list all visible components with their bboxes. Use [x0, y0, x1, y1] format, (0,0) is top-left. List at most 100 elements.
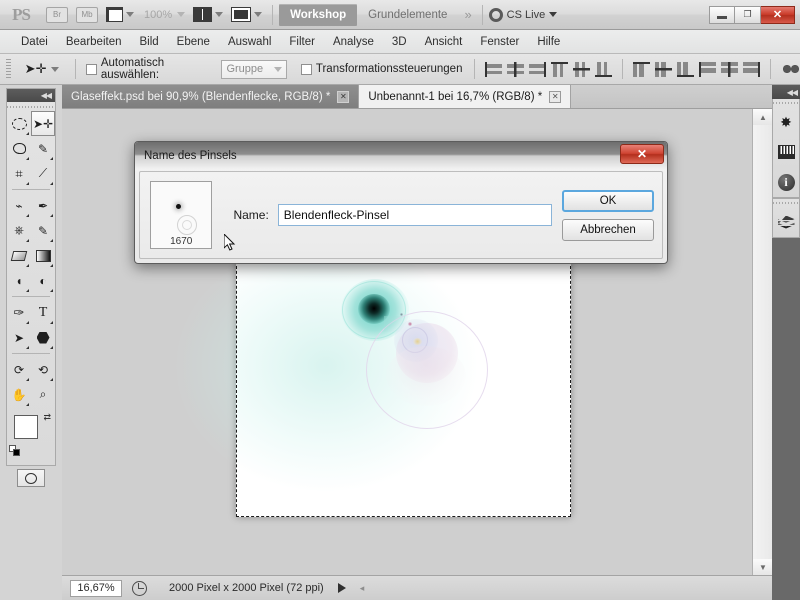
- launch-bridge-button[interactable]: Br: [45, 5, 69, 25]
- layers-panel-button[interactable]: [773, 207, 799, 237]
- dialog-title-bar[interactable]: Name des Pinsels ✕: [135, 142, 667, 169]
- align-vertical-centers-icon[interactable]: [573, 61, 591, 77]
- menu-bearbeiten[interactable]: Bearbeiten: [57, 32, 131, 52]
- menu-ansicht[interactable]: Ansicht: [416, 32, 472, 52]
- workspace-tab-workshop[interactable]: Workshop: [279, 3, 358, 26]
- brush-name-input[interactable]: [277, 204, 552, 226]
- zoom-level-field[interactable]: 16,67%: [70, 579, 122, 597]
- crop-tool[interactable]: ⌗: [7, 161, 31, 186]
- auto-select-checkbox[interactable]: [86, 63, 97, 75]
- options-bar-grip[interactable]: [6, 59, 11, 79]
- scroll-up-arrow-icon[interactable]: ▲: [753, 109, 773, 125]
- distribute-horizontal-centers-icon[interactable]: [721, 61, 739, 77]
- workspace-tab-grundelemente[interactable]: Grundelemente: [357, 4, 458, 26]
- blur-tool-icon: ◖: [15, 273, 23, 288]
- scroll-down-arrow-icon[interactable]: ▼: [753, 559, 773, 575]
- minimize-button[interactable]: [709, 5, 735, 24]
- restore-button[interactable]: ❐: [735, 5, 761, 24]
- menu-filter[interactable]: Filter: [280, 32, 324, 52]
- swap-colors-icon[interactable]: ⇄: [43, 412, 51, 423]
- auto-select-scope-dropdown[interactable]: Gruppe: [221, 59, 288, 79]
- close-icon[interactable]: ✕: [549, 90, 562, 103]
- healing-brush-tool[interactable]: ⌁: [7, 193, 31, 218]
- eraser-tool[interactable]: [7, 243, 31, 268]
- more-workspaces-icon[interactable]: »: [458, 7, 475, 22]
- zoom-level-button[interactable]: 100%: [141, 5, 186, 25]
- distribute-vertical-centers-icon[interactable]: [655, 61, 673, 77]
- auto-select-label: Automatisch auswählen:: [100, 57, 165, 81]
- menu-datei[interactable]: Datei: [12, 32, 57, 52]
- status-bar-scroll-left-icon[interactable]: ◂: [360, 583, 365, 594]
- marquee-tool[interactable]: [7, 111, 31, 136]
- navigator-panel-button[interactable]: ✸: [773, 107, 799, 137]
- lasso-tool-icon: [12, 143, 26, 154]
- lasso-tool[interactable]: [7, 136, 31, 161]
- pen-tool[interactable]: ✑: [7, 300, 31, 325]
- align-left-edges-icon[interactable]: [485, 61, 503, 77]
- quick-selection-tool[interactable]: ✎: [31, 136, 55, 161]
- quick-mask-button[interactable]: [17, 469, 45, 487]
- clone-stamp-tool[interactable]: ⎈: [7, 218, 31, 243]
- panel-dock-header[interactable]: ◀◀: [772, 85, 800, 99]
- brush-tool[interactable]: ✒: [31, 193, 55, 218]
- close-icon[interactable]: ✕: [337, 90, 350, 103]
- align-horizontal-centers-icon[interactable]: [507, 61, 525, 77]
- menu-3d[interactable]: 3D: [383, 32, 416, 52]
- cs-live-button[interactable]: CS Live: [488, 7, 558, 22]
- menu-auswahl[interactable]: Auswahl: [219, 32, 280, 52]
- tools-panel-grip[interactable]: [7, 102, 55, 111]
- screen-mode-button[interactable]: [230, 5, 263, 25]
- menu-bild[interactable]: Bild: [130, 32, 167, 52]
- three-d-object-rotate-tool[interactable]: ⟳: [7, 357, 31, 382]
- view-extras-button[interactable]: [105, 5, 135, 25]
- tools-panel-header[interactable]: ◀◀: [7, 89, 55, 102]
- arrange-documents-button[interactable]: [192, 5, 224, 25]
- menu-ebene[interactable]: Ebene: [168, 32, 219, 52]
- tool-preset-picker[interactable]: ➤✛: [19, 61, 66, 77]
- info-panel-button[interactable]: i: [773, 167, 799, 197]
- distribute-left-edges-icon[interactable]: [699, 61, 717, 77]
- distribute-top-edges-icon[interactable]: [633, 61, 651, 77]
- close-button[interactable]: ✕: [761, 5, 795, 24]
- collapse-right-icon[interactable]: ◀◀: [787, 88, 798, 97]
- align-top-edges-icon[interactable]: [551, 61, 569, 77]
- document-canvas[interactable]: [176, 241, 571, 517]
- history-brush-tool[interactable]: ✎: [31, 218, 55, 243]
- menu-hilfe[interactable]: Hilfe: [528, 32, 569, 52]
- document-tab-unbenannt-1[interactable]: Unbenannt-1 bei 16,7% (RGB/8) * ✕: [359, 85, 572, 108]
- align-bottom-edges-icon[interactable]: [595, 61, 613, 77]
- type-tool[interactable]: T: [31, 300, 55, 325]
- foreground-color-swatch[interactable]: [14, 415, 38, 439]
- distribute-bottom-edges-icon[interactable]: [677, 61, 695, 77]
- move-tool[interactable]: ➤✛: [31, 111, 55, 136]
- ok-button[interactable]: OK: [562, 189, 654, 212]
- menu-fenster[interactable]: Fenster: [471, 32, 528, 52]
- default-colors-icon[interactable]: [9, 445, 20, 456]
- preview-clock-icon[interactable]: [132, 580, 147, 596]
- dialog-close-button[interactable]: ✕: [620, 144, 664, 164]
- cancel-button[interactable]: Abbrechen: [562, 218, 654, 241]
- gradient-tool[interactable]: [31, 243, 55, 268]
- three-d-camera-rotate-tool[interactable]: ⟲: [31, 357, 55, 382]
- canvas-vertical-scrollbar[interactable]: ▲ ▼: [752, 109, 773, 575]
- launch-mini-bridge-button[interactable]: Mb: [75, 5, 99, 25]
- auto-align-layers-icon[interactable]: [781, 61, 800, 77]
- transform-controls-checkbox[interactable]: [301, 63, 312, 75]
- distribute-right-edges-icon[interactable]: [743, 61, 761, 77]
- hand-tool[interactable]: ✋: [7, 382, 31, 407]
- dodge-tool[interactable]: ◐: [31, 268, 55, 293]
- path-selection-tool[interactable]: ➤: [7, 325, 31, 350]
- zoom-tool[interactable]: ⌕: [31, 382, 55, 407]
- menu-analyse[interactable]: Analyse: [324, 32, 383, 52]
- blur-tool[interactable]: ◖: [7, 268, 31, 293]
- panel-group-grip-2[interactable]: [773, 199, 799, 207]
- histogram-panel-button[interactable]: [773, 137, 799, 167]
- play-triangle-icon[interactable]: [337, 583, 346, 593]
- align-right-edges-icon[interactable]: [529, 61, 547, 77]
- panel-group-grip[interactable]: [773, 99, 799, 107]
- document-tab-glaseffekt[interactable]: Glaseffekt.psd bei 90,9% (Blendenflecke,…: [62, 85, 360, 108]
- scrollbar-track[interactable]: [753, 125, 772, 559]
- shape-tool[interactable]: [31, 325, 55, 350]
- collapse-left-icon[interactable]: ◀◀: [41, 91, 52, 100]
- eyedropper-tool[interactable]: ⟋: [31, 161, 55, 186]
